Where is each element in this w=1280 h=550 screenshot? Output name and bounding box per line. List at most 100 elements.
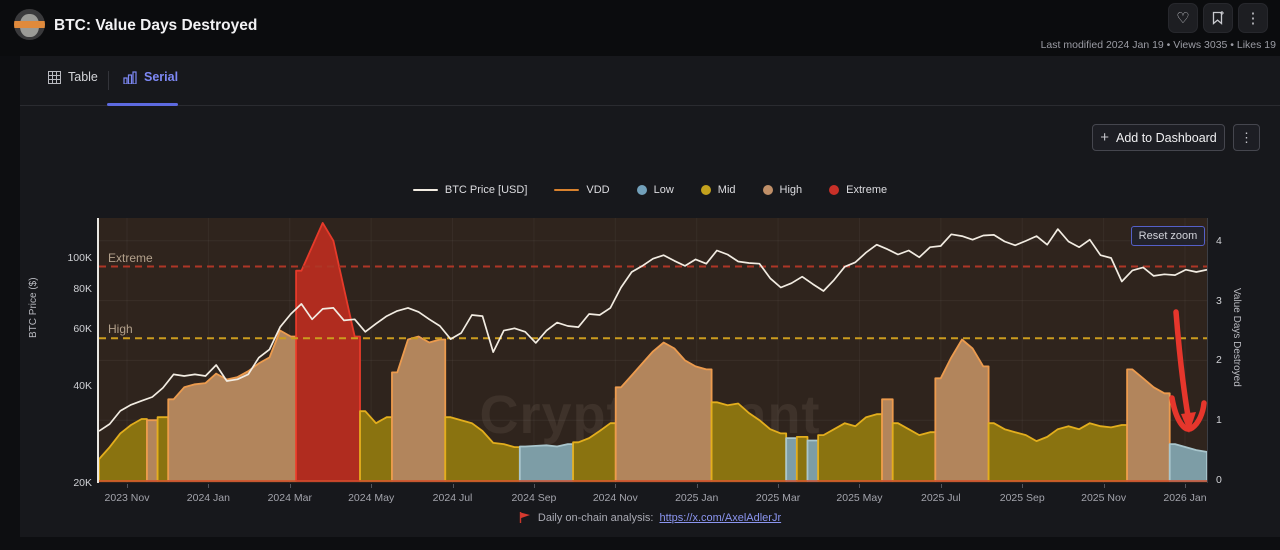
tab-serial[interactable]: Serial (123, 70, 178, 84)
footer: Daily on-chain analysis: https://x.com/A… (20, 511, 1280, 524)
legend-label: Low (654, 184, 674, 196)
avatar[interactable] (14, 9, 45, 40)
legend-label: Mid (718, 184, 736, 196)
x-tick-mark (697, 484, 698, 488)
footer-text: Daily on-chain analysis: (538, 512, 654, 524)
legend-label: BTC Price [USD] (445, 184, 528, 196)
vdd-area-high (616, 343, 712, 482)
vdd-area-mid (893, 423, 936, 481)
x-tick-label: 2025 Mar (743, 492, 813, 504)
left-axis-line (97, 218, 99, 483)
hand-drawn-arrow (1176, 312, 1188, 416)
vdd-area-mid (360, 411, 392, 481)
x-tick-label: 2025 Jul (906, 492, 976, 504)
bookmark-add-icon (1210, 10, 1226, 26)
x-tick-label: 2025 Sep (987, 492, 1057, 504)
price-tick-100k: 100K (42, 252, 92, 264)
x-tick-label: 2024 May (336, 492, 406, 504)
plus-icon: + (1100, 129, 1109, 146)
price-tick-80k: 80K (42, 283, 92, 295)
extreme-threshold-label: Extreme (108, 251, 153, 265)
red-flag-icon (519, 511, 532, 524)
x-tick-mark (534, 484, 535, 488)
legend-dot-swatch (701, 185, 711, 195)
page-title: BTC: Value Days Destroyed (54, 17, 257, 35)
active-tab-underline (107, 103, 178, 106)
x-tick-label: 2024 Jul (418, 492, 488, 504)
add-to-dashboard-button[interactable]: + Add to Dashboard (1092, 124, 1225, 151)
footer-link[interactable]: https://x.com/AxelAdlerJr (659, 512, 781, 524)
legend-dot-swatch (637, 185, 647, 195)
legend-item-vdd[interactable]: VDD (554, 184, 609, 196)
vdd-area-mid (797, 437, 808, 481)
legend-dot-swatch (829, 185, 839, 195)
more-button[interactable]: ⋮ (1238, 3, 1268, 33)
x-tick-label: 2025 Nov (1069, 492, 1139, 504)
legend-label: Extreme (846, 184, 887, 196)
vdd-tick-0: 0 (1216, 474, 1222, 486)
vdd-area-low (807, 441, 818, 482)
x-tick-label: 2024 Sep (499, 492, 569, 504)
x-tick-label: 2024 Jan (173, 492, 243, 504)
x-tick-mark (127, 484, 128, 488)
x-tick-mark (1185, 484, 1186, 488)
legend-line-swatch (413, 189, 438, 192)
legend-line-swatch (554, 189, 579, 192)
avatar-orange-band (14, 21, 45, 28)
vdd-area-mid (99, 419, 147, 481)
x-tick-mark (778, 484, 779, 488)
x-tick-label: 2026 Jan (1150, 492, 1220, 504)
price-tick-60k: 60K (42, 323, 92, 335)
chart-card: Table Serial + Add to Dashboard ⋮ BTC Pr… (20, 56, 1280, 537)
top-bar: BTC: Value Days Destroyed ♡ ⋮ Last modif… (0, 0, 1280, 56)
x-tick-mark (941, 484, 942, 488)
vdd-area-mid (712, 402, 787, 481)
chart-legend: BTC Price [USD] VDD Low Mid High Extreme (20, 184, 1280, 196)
vdd-area-low (520, 444, 573, 481)
heart-icon: ♡ (1176, 9, 1189, 27)
vdd-area-low (786, 438, 797, 481)
vdd-area-mid (445, 417, 520, 481)
vdd-area-extreme (296, 223, 360, 481)
legend-label: High (780, 184, 803, 196)
x-tick-mark (453, 484, 454, 488)
vdd-area-high (392, 337, 445, 482)
legend-item-high[interactable]: High (763, 184, 803, 196)
x-tick-label: 2024 Mar (255, 492, 325, 504)
add-to-dashboard-label: Add to Dashboard (1116, 131, 1217, 145)
tab-bar: Table Serial (20, 56, 1280, 106)
legend-item-extreme[interactable]: Extreme (829, 184, 887, 196)
vdd-area-mid (158, 417, 169, 481)
legend-item-mid[interactable]: Mid (701, 184, 736, 196)
reset-zoom-label: Reset zoom (1139, 230, 1198, 242)
legend-item-low[interactable]: Low (637, 184, 674, 196)
like-button[interactable]: ♡ (1168, 3, 1198, 33)
vdd-area-mid (818, 414, 882, 481)
reset-zoom-button[interactable]: Reset zoom (1131, 226, 1205, 246)
x-tick-label: 2023 Nov (92, 492, 162, 504)
kebab-menu-icon: ⋮ (1246, 9, 1261, 27)
chart-meta: Last modified 2024 Jan 19 • Views 3035 •… (1041, 39, 1276, 51)
legend-dot-swatch (763, 185, 773, 195)
x-tick-mark (615, 484, 616, 488)
price-tick-20k: 20K (42, 477, 92, 489)
high-threshold-label: High (108, 322, 133, 336)
vdd-tick-4: 4 (1216, 235, 1222, 247)
page: BTC: Value Days Destroyed ♡ ⋮ Last modif… (0, 0, 1280, 550)
vdd-tick-2: 2 (1216, 354, 1222, 366)
vdd-axis-label: Value Days Destroyed (1231, 288, 1242, 387)
x-tick-mark (1022, 484, 1023, 488)
vdd-area-low (1170, 444, 1207, 481)
bar-chart-icon (123, 71, 137, 84)
vdd-tick-3: 3 (1216, 295, 1222, 307)
x-tick-label: 2024 Nov (580, 492, 650, 504)
vdd-price-chart[interactable] (99, 218, 1207, 483)
vdd-area-high (168, 331, 296, 482)
legend-item-btc-price-usd-[interactable]: BTC Price [USD] (413, 184, 528, 196)
table-icon (48, 71, 61, 84)
price-tick-40k: 40K (42, 380, 92, 392)
chart-options-button[interactable]: ⋮ (1233, 124, 1260, 151)
save-button[interactable] (1203, 3, 1233, 33)
x-tick-mark (1104, 484, 1105, 488)
tab-table[interactable]: Table (48, 70, 98, 84)
